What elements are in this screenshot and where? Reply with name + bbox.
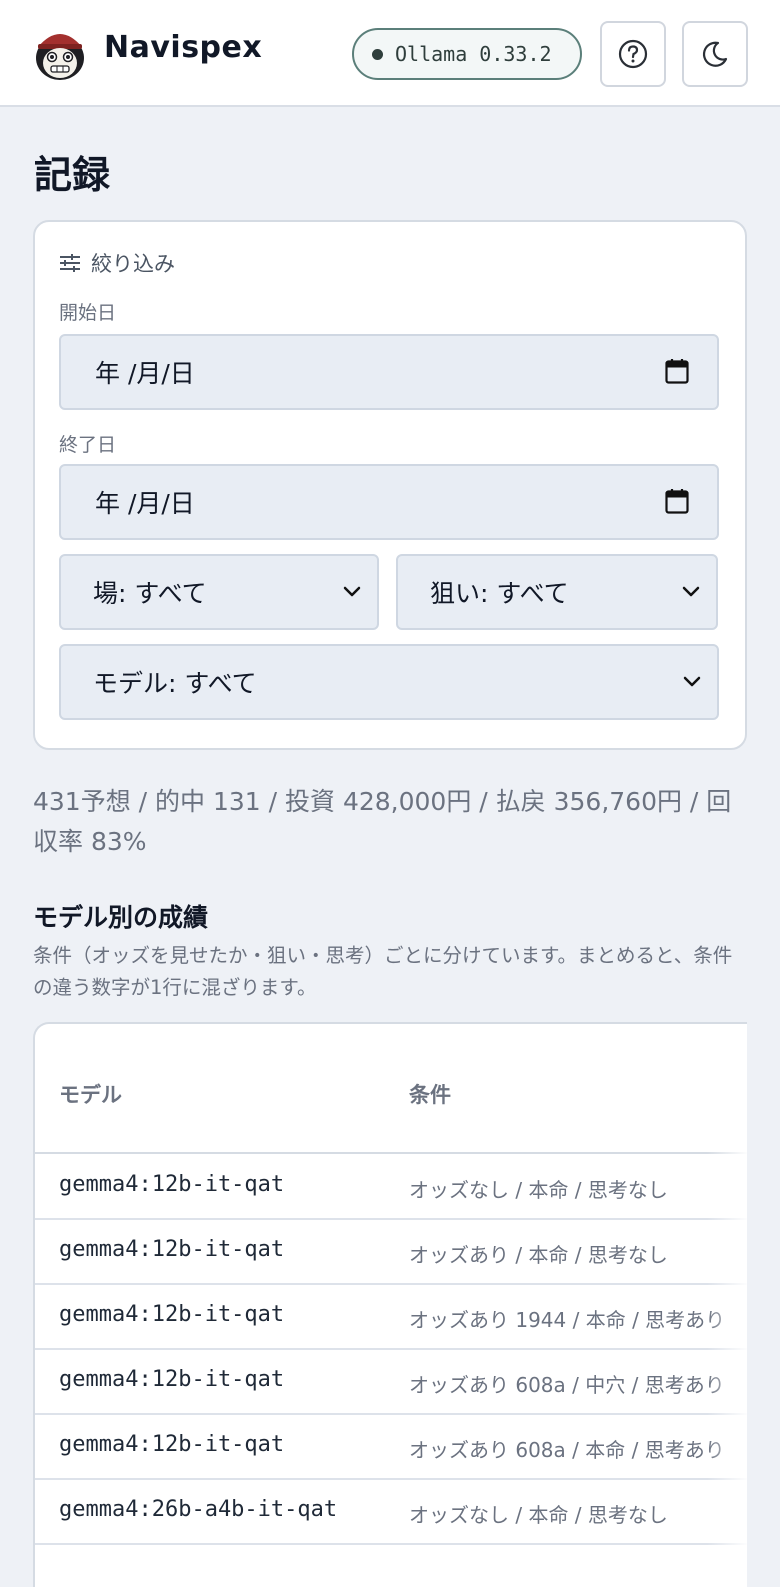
- model-stats-description: 条件（オッズを見せたか・狙い・思考）ごとに分けています。まとめると、条件の違う数…: [33, 944, 733, 999]
- cell-condition: オッズあり 608a / 中穴 / 思考あり: [409, 1373, 725, 1397]
- chevron-down-icon: [343, 586, 361, 597]
- penguin-logo-icon: [36, 34, 84, 80]
- theme-toggle-button[interactable]: [682, 21, 748, 87]
- table-row[interactable]: gemma4:12b-it-qat オッズあり / 本命 / 思考なし: [35, 1219, 747, 1285]
- table-row[interactable]: gemma4:12b-it-qat オッズなし / 本命 / 思考なし: [35, 1154, 747, 1220]
- column-header-model[interactable]: モデル: [59, 1079, 122, 1109]
- calendar-icon[interactable]: [665, 488, 689, 514]
- model-stats-table[interactable]: モデル 条件 gemma4:12b-it-qat オッズなし / 本命 / 思考…: [33, 1022, 747, 1587]
- records-summary: 431予想 / 的中 131 / 投資 428,000円 / 払戻 356,76…: [33, 787, 732, 856]
- cell-condition: オッズあり 1944 / 本命 / 思考あり: [409, 1308, 726, 1332]
- moon-icon: [703, 41, 728, 67]
- cell-model: gemma4:26b-a4b-it-qat: [59, 1497, 338, 1522]
- brand-name: Navispex: [104, 30, 263, 65]
- filter-panel: 絞り込み 開始日 年 /月/日 終了日 年 /月/日 場: すべて 狙い: すべ…: [33, 220, 747, 750]
- cell-condition: オッズなし / 本命 / 思考なし: [409, 1503, 668, 1527]
- calendar-icon[interactable]: [665, 358, 689, 384]
- ollama-status-badge[interactable]: Ollama 0.33.2: [352, 28, 582, 80]
- question-circle-icon: [618, 39, 648, 69]
- status-dot-icon: [372, 48, 383, 60]
- venue-select[interactable]: 場: すべて: [59, 554, 379, 630]
- cell-model: gemma4:12b-it-qat: [59, 1302, 285, 1327]
- table-row[interactable]: gemma4:26b-a4b-it-qat オッズなし / 本命 / 思考なし: [35, 1479, 747, 1545]
- aim-select-value: 狙い: すべて: [430, 579, 569, 608]
- filter-heading-label: 絞り込み: [91, 252, 175, 276]
- start-date-input[interactable]: 年 /月/日: [59, 334, 719, 410]
- table-row[interactable]: gemma4:12b-it-qat オッズあり 608a / 本命 / 思考あり: [35, 1414, 747, 1480]
- model-stats-title: モデル別の成績: [33, 903, 209, 932]
- sliders-icon: [60, 254, 80, 272]
- ollama-version: Ollama 0.33.2: [395, 42, 552, 66]
- cell-model: gemma4:12b-it-qat: [59, 1367, 285, 1392]
- start-date-label: 開始日: [59, 302, 117, 324]
- end-date-input[interactable]: 年 /月/日: [59, 464, 719, 540]
- app-header: Navispex Ollama 0.33.2: [0, 0, 780, 107]
- table-row[interactable]: gemma4:12b-it-qat オッズあり 1944 / 本命 / 思考あり: [35, 1284, 747, 1350]
- page-title: 記録: [34, 153, 111, 197]
- cell-condition: オッズなし / 本命 / 思考なし: [409, 1178, 668, 1202]
- column-header-condition[interactable]: 条件: [409, 1079, 451, 1109]
- chevron-down-icon: [682, 586, 700, 597]
- cell-condition: オッズあり / 本命 / 思考なし: [409, 1243, 668, 1267]
- table-row[interactable]: [35, 1544, 747, 1587]
- cell-condition: オッズあり 608a / 本命 / 思考あり: [409, 1438, 725, 1462]
- table-row[interactable]: gemma4:12b-it-qat オッズあり 608a / 中穴 / 思考あり: [35, 1349, 747, 1415]
- end-date-value: 年 /月/日: [95, 489, 195, 518]
- cell-model: gemma4:12b-it-qat: [59, 1237, 285, 1262]
- chevron-down-icon: [683, 676, 701, 687]
- start-date-value: 年 /月/日: [95, 359, 195, 388]
- cell-model: gemma4:12b-it-qat: [59, 1172, 285, 1197]
- aim-select[interactable]: 狙い: すべて: [396, 554, 718, 630]
- model-select[interactable]: モデル: すべて: [59, 644, 719, 720]
- end-date-label: 終了日: [59, 434, 117, 456]
- model-select-value: モデル: すべて: [93, 669, 257, 698]
- cell-model: gemma4:12b-it-qat: [59, 1432, 285, 1457]
- help-button[interactable]: [600, 21, 666, 87]
- venue-select-value: 場: すべて: [93, 579, 207, 608]
- filter-heading: 絞り込み: [59, 248, 175, 278]
